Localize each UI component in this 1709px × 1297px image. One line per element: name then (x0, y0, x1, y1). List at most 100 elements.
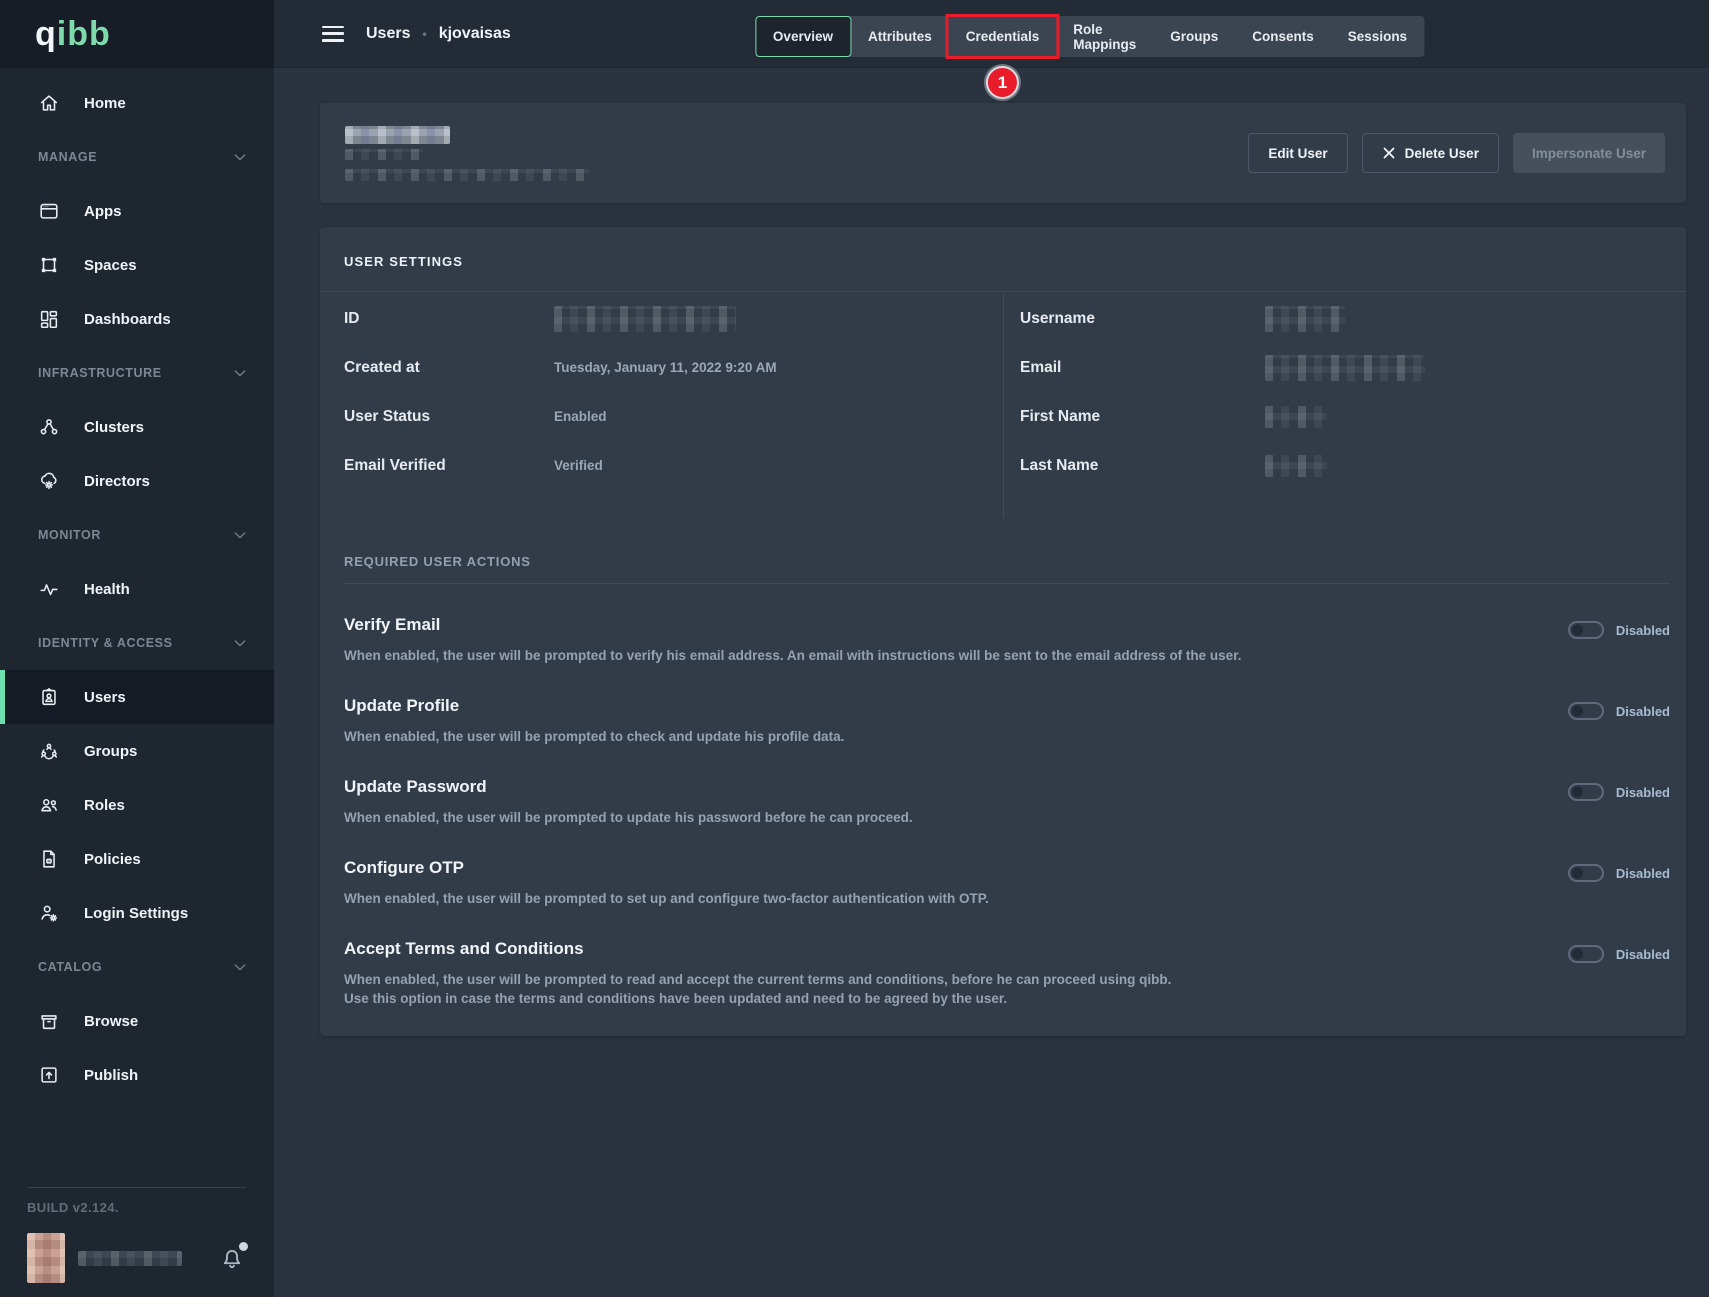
action-accept-terms: Accept Terms and Conditions When enabled… (344, 939, 1670, 1008)
field-label: First Name (1020, 408, 1265, 426)
sidebar-item-label: Users (84, 689, 126, 706)
user-identity-redacted (345, 126, 590, 181)
action-description-2: Use this option in case the terms and co… (344, 989, 1518, 1008)
policies-icon (38, 848, 60, 870)
toggle-state-label: Disabled (1616, 623, 1670, 638)
field-username: Username (1004, 294, 1686, 343)
sidebar-section-monitor[interactable]: MONITOR (0, 508, 274, 562)
notification-dot (239, 1242, 248, 1251)
impersonate-user-button[interactable]: Impersonate User (1513, 133, 1665, 173)
configure-otp-toggle[interactable] (1568, 864, 1604, 882)
breadcrumb-users[interactable]: Users (366, 25, 410, 43)
tab-credentials[interactable]: Credentials 1 (949, 16, 1057, 57)
accept-terms-toggle[interactable] (1568, 945, 1604, 963)
spaces-icon (38, 254, 60, 276)
field-label: Email (1020, 359, 1265, 377)
action-configure-otp: Configure OTP When enabled, the user wil… (344, 858, 1670, 908)
hamburger-menu-icon[interactable] (322, 26, 344, 42)
sidebar-section-manage[interactable]: MANAGE (0, 130, 274, 184)
sidebar-item-login-settings[interactable]: Login Settings (0, 886, 274, 940)
avatar[interactable] (27, 1233, 65, 1283)
sidebar-section-identity-access[interactable]: IDENTITY & ACCESS (0, 616, 274, 670)
action-description: When enabled, the user will be prompted … (344, 808, 1518, 827)
sidebar-item-label: Policies (84, 851, 141, 868)
update-profile-toggle[interactable] (1568, 702, 1604, 720)
sidebar-item-dashboards[interactable]: Dashboards (0, 292, 274, 346)
sidebar-item-roles[interactable]: Roles (0, 778, 274, 832)
notifications-button[interactable] (218, 1244, 246, 1272)
sidebar-item-label: Apps (84, 203, 122, 220)
tab-credentials-label: Credentials (966, 29, 1040, 44)
qibb-logo[interactable]: qibb (35, 17, 111, 51)
field-id: ID (320, 294, 1003, 343)
tab-consents[interactable]: Consents (1235, 16, 1331, 57)
toggle-knob (1572, 706, 1583, 717)
toggle-state-label: Disabled (1616, 785, 1670, 800)
action-title: Configure OTP (344, 858, 1518, 878)
sidebar-item-apps[interactable]: Apps (0, 184, 274, 238)
sidebar-item-spaces[interactable]: Spaces (0, 238, 274, 292)
sidebar: qibb Home MANAGE Apps (0, 0, 274, 1297)
profile-row (27, 1233, 246, 1283)
action-description: When enabled, the user will be prompted … (344, 889, 1518, 908)
field-email: Email (1004, 343, 1686, 392)
user-detail-tabs: Overview Attributes Credentials 1 Role M… (755, 16, 1424, 57)
app-root: qibb Home MANAGE Apps (0, 0, 1709, 1297)
sidebar-item-label: Spaces (84, 257, 137, 274)
sidebar-item-users[interactable]: Users (0, 670, 274, 724)
action-update-profile: Update Profile When enabled, the user wi… (344, 696, 1670, 746)
sidebar-item-clusters[interactable]: Clusters (0, 400, 274, 454)
sidebar-item-policies[interactable]: Policies (0, 832, 274, 886)
section-label: INFRASTRUCTURE (38, 366, 162, 380)
login-settings-icon (38, 902, 60, 924)
sidebar-section-catalog[interactable]: CATALOG (0, 940, 274, 994)
edit-user-button[interactable]: Edit User (1248, 133, 1347, 173)
action-title: Verify Email (344, 615, 1518, 635)
action-description: When enabled, the user will be prompted … (344, 727, 1518, 746)
toggle-knob (1572, 868, 1583, 879)
action-update-password: Update Password When enabled, the user w… (344, 777, 1670, 827)
field-value-redacted (1265, 306, 1345, 332)
toggle-state-label: Disabled (1616, 866, 1670, 881)
tab-attributes[interactable]: Attributes (851, 16, 949, 57)
field-value: Enabled (554, 409, 607, 424)
edit-user-label: Edit User (1268, 146, 1327, 161)
logo-ibb: ibb (57, 15, 111, 53)
sidebar-footer: BUILD v2.124. (0, 1187, 274, 1297)
tab-role-mappings[interactable]: Role Mappings (1056, 16, 1153, 57)
sidebar-item-publish[interactable]: Publish (0, 1048, 274, 1102)
verify-email-toggle[interactable] (1568, 621, 1604, 639)
tab-groups[interactable]: Groups (1153, 16, 1235, 57)
action-description: When enabled, the user will be prompted … (344, 646, 1518, 665)
field-label: Last Name (1020, 457, 1265, 475)
field-email-verified: Email Verified Verified (320, 441, 1003, 490)
chevron-down-icon (232, 527, 248, 543)
roles-icon (38, 794, 60, 816)
impersonate-user-label: Impersonate User (1532, 146, 1646, 161)
field-label: ID (344, 310, 554, 328)
field-last-name: Last Name (1004, 441, 1686, 490)
user-settings-header: USER SETTINGS (320, 227, 1686, 292)
sidebar-item-label: Health (84, 581, 130, 598)
sidebar-item-groups[interactable]: Groups (0, 724, 274, 778)
apps-icon (38, 200, 60, 222)
action-verify-email: Verify Email When enabled, the user will… (344, 615, 1670, 665)
section-divider (344, 583, 1670, 584)
sidebar-item-directors[interactable]: Directors (0, 454, 274, 508)
update-password-toggle[interactable] (1568, 783, 1604, 801)
sidebar-section-infrastructure[interactable]: INFRASTRUCTURE (0, 346, 274, 400)
tab-overview[interactable]: Overview (755, 16, 851, 57)
field-label: User Status (344, 408, 554, 426)
delete-user-button[interactable]: Delete User (1362, 133, 1499, 173)
sidebar-item-health[interactable]: Health (0, 562, 274, 616)
tab-sessions[interactable]: Sessions (1331, 16, 1424, 57)
sidebar-nav: Home MANAGE Apps Spaces (0, 68, 274, 1102)
chevron-down-icon (232, 149, 248, 165)
clusters-icon (38, 416, 60, 438)
toggle-knob (1572, 949, 1583, 960)
sidebar-item-browse[interactable]: Browse (0, 994, 274, 1048)
action-title: Update Password (344, 777, 1518, 797)
publish-icon (38, 1064, 60, 1086)
sidebar-item-home[interactable]: Home (0, 76, 274, 130)
chevron-down-icon (232, 365, 248, 381)
